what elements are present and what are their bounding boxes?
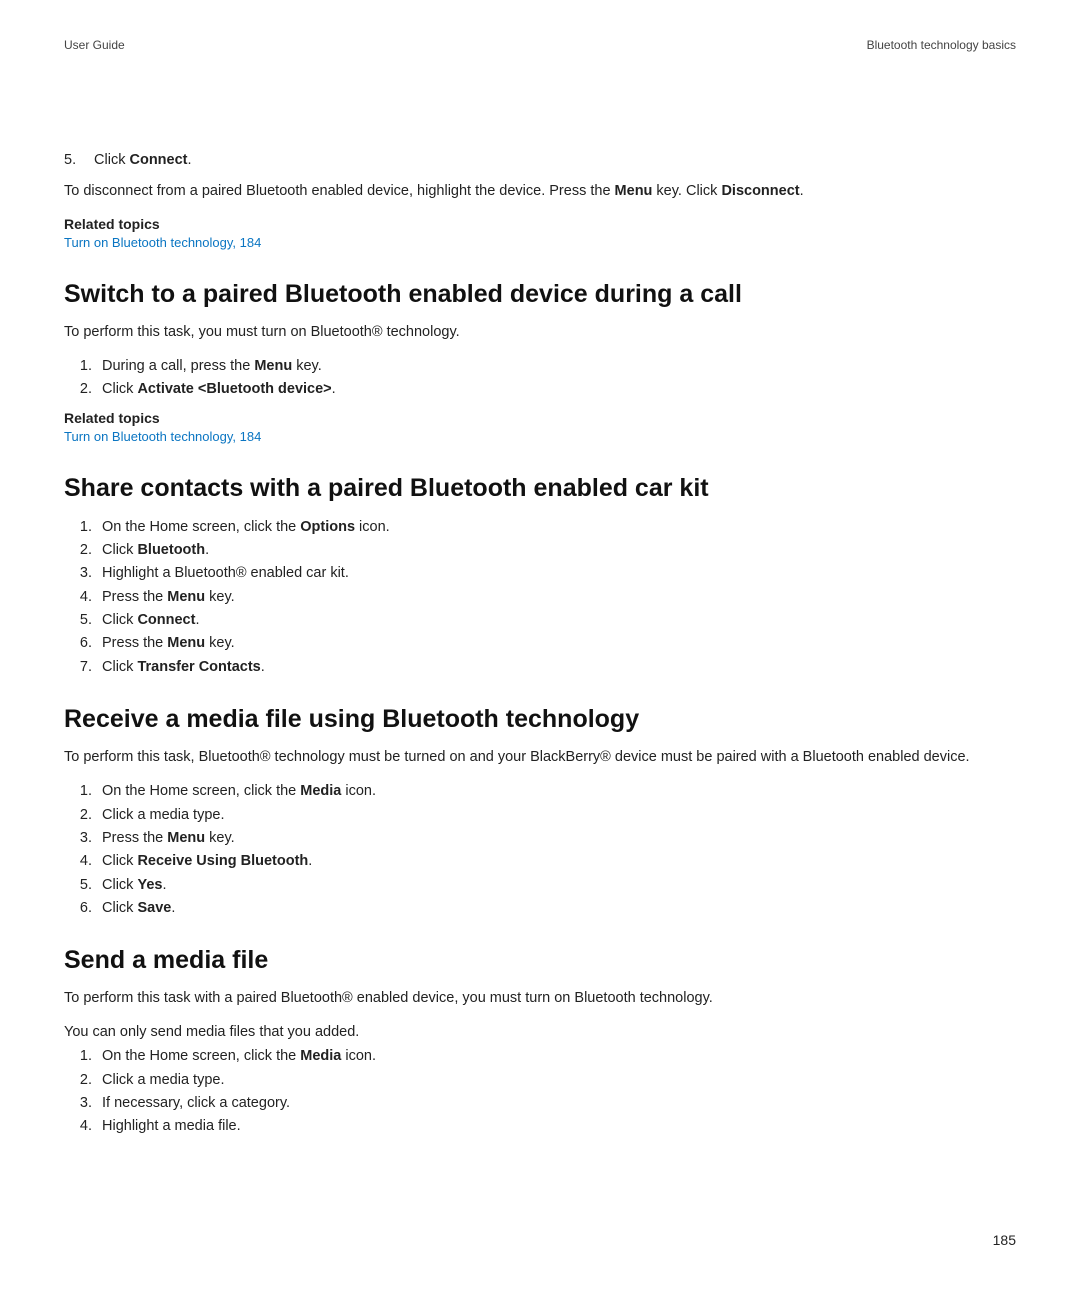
list-item: On the Home screen, click the Options ic… xyxy=(96,517,1016,537)
heading-share-contacts-car-kit: Share contacts with a paired Bluetooth e… xyxy=(64,474,1016,503)
related-topics-heading: Related topics xyxy=(64,410,1016,426)
list-item: During a call, press the Menu key. xyxy=(96,356,1016,376)
related-topics-heading: Related topics xyxy=(64,216,1016,232)
sect4-intro: To perform this task with a paired Bluet… xyxy=(64,989,1016,1009)
list-item: Highlight a media file. xyxy=(96,1116,1016,1136)
page-header: User Guide Bluetooth technology basics xyxy=(64,38,1016,52)
sect3-intro: To perform this task, Bluetooth® technol… xyxy=(64,748,1016,768)
list-item: Click Activate <Bluetooth device>. xyxy=(96,379,1016,399)
list-item: If necessary, click a category. xyxy=(96,1093,1016,1113)
sect4-steps: On the Home screen, click the Media icon… xyxy=(64,1046,1016,1136)
list-item: Click Receive Using Bluetooth. xyxy=(96,851,1016,871)
disconnect-instruction: To disconnect from a paired Bluetooth en… xyxy=(64,182,1016,202)
list-item: Click Bluetooth. xyxy=(96,540,1016,560)
header-right: Bluetooth technology basics xyxy=(867,38,1016,52)
page-number: 185 xyxy=(993,1232,1016,1248)
sect1-intro: To perform this task, you must turn on B… xyxy=(64,323,1016,343)
list-item: On the Home screen, click the Media icon… xyxy=(96,781,1016,801)
list-item: On the Home screen, click the Media icon… xyxy=(96,1046,1016,1066)
list-item: Highlight a Bluetooth® enabled car kit. xyxy=(96,563,1016,583)
list-item: Click Transfer Contacts. xyxy=(96,657,1016,677)
list-item: Click a media type. xyxy=(96,1070,1016,1090)
sect1-steps: During a call, press the Menu key. Click… xyxy=(64,356,1016,400)
list-item: Click Save. xyxy=(96,898,1016,918)
step-5-connect: 5. Click Connect. xyxy=(64,152,1016,168)
sect4-note: You can only send media files that you a… xyxy=(64,1023,1016,1043)
list-item: Press the Menu key. xyxy=(96,587,1016,607)
list-item: Press the Menu key. xyxy=(96,633,1016,653)
sect3-steps: On the Home screen, click the Media icon… xyxy=(64,781,1016,918)
related-link-bluetooth-on[interactable]: Turn on Bluetooth technology, 184 xyxy=(64,235,261,250)
heading-switch-during-call: Switch to a paired Bluetooth enabled dev… xyxy=(64,280,1016,309)
heading-receive-media: Receive a media file using Bluetooth tec… xyxy=(64,705,1016,734)
header-left: User Guide xyxy=(64,38,125,52)
list-item: Click a media type. xyxy=(96,805,1016,825)
sect2-steps: On the Home screen, click the Options ic… xyxy=(64,517,1016,677)
list-item: Press the Menu key. xyxy=(96,828,1016,848)
document-page: User Guide Bluetooth technology basics 5… xyxy=(0,0,1080,1296)
list-item: Click Yes. xyxy=(96,875,1016,895)
heading-send-media: Send a media file xyxy=(64,946,1016,975)
related-link-bluetooth-on[interactable]: Turn on Bluetooth technology, 184 xyxy=(64,429,261,444)
list-item: Click Connect. xyxy=(96,610,1016,630)
